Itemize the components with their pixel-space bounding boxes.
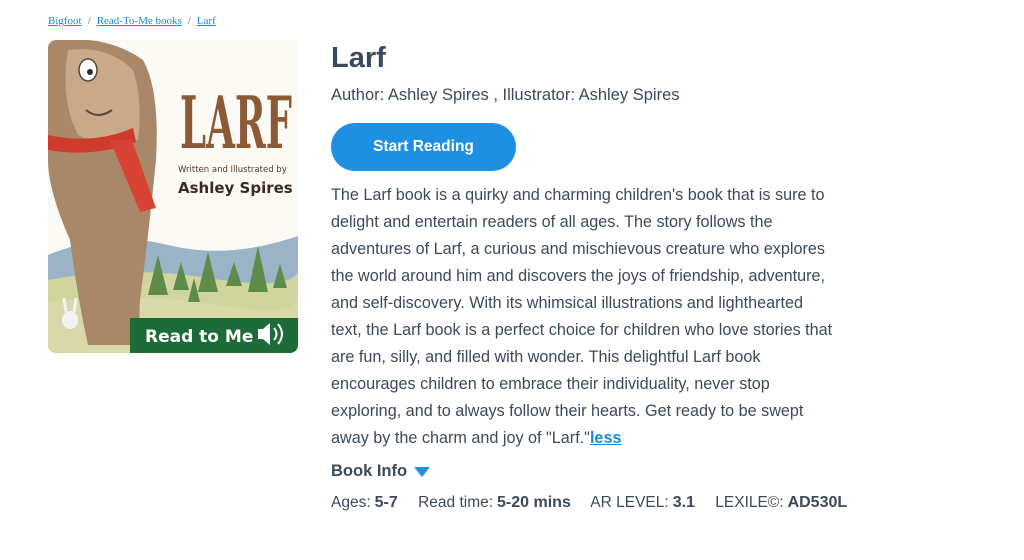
breadcrumb-link-larf[interactable]: Larf [197, 15, 216, 27]
breadcrumb-link-read-to-me-books[interactable]: Read-To-Me books [97, 15, 182, 27]
book-info-toggle[interactable]: Book Info [331, 462, 431, 481]
read-time-value: 5-20 mins [497, 494, 571, 511]
start-reading-button[interactable]: Start Reading [331, 123, 516, 171]
read-time-label: Read time: [418, 494, 494, 511]
ages-label: Ages: [331, 494, 371, 511]
breadcrumb-link-bigfoot[interactable]: Bigfoot [48, 15, 82, 27]
book-title: Larf [331, 42, 386, 74]
ar-level-value: 3.1 [672, 494, 695, 511]
cover-title-art: LARF [180, 80, 292, 165]
book-description: The Larf book is a quirky and charming c… [331, 182, 836, 452]
book-cover-illustration: LARF Written and Illustrated by Ashley S… [48, 40, 298, 353]
description-text: The Larf book is a quirky and charming c… [331, 186, 833, 447]
breadcrumb: Bigfoot / Read-To-Me books / Larf [48, 15, 216, 27]
book-info-label: Book Info [331, 462, 408, 480]
book-stats: Ages: 5-7 Read time: 5-20 mins AR LEVEL: 3.… [331, 494, 847, 512]
book-details: Larf Author: Ashley Spires , Illustrator… [331, 40, 847, 512]
lexile-label: LEXILE©: [715, 494, 784, 511]
book-cover[interactable]: LARF Written and Illustrated by Ashley S… [48, 40, 298, 353]
lexile-value: AD530L [787, 494, 848, 511]
breadcrumb-separator: / [87, 15, 91, 27]
less-link[interactable]: less [590, 429, 622, 447]
cover-credit-line: Written and Illustrated by [178, 165, 287, 175]
read-to-me-badge-label: Read to Me [145, 327, 253, 347]
breadcrumb-separator: / [187, 15, 191, 27]
ages-value: 5-7 [374, 494, 398, 511]
book-byline: Author: Ashley Spires , Illustrator: Ash… [331, 86, 680, 104]
cover-author-art: Ashley Spires [178, 179, 293, 197]
ar-level-label: AR LEVEL: [590, 494, 669, 511]
caret-down-icon [414, 466, 431, 477]
